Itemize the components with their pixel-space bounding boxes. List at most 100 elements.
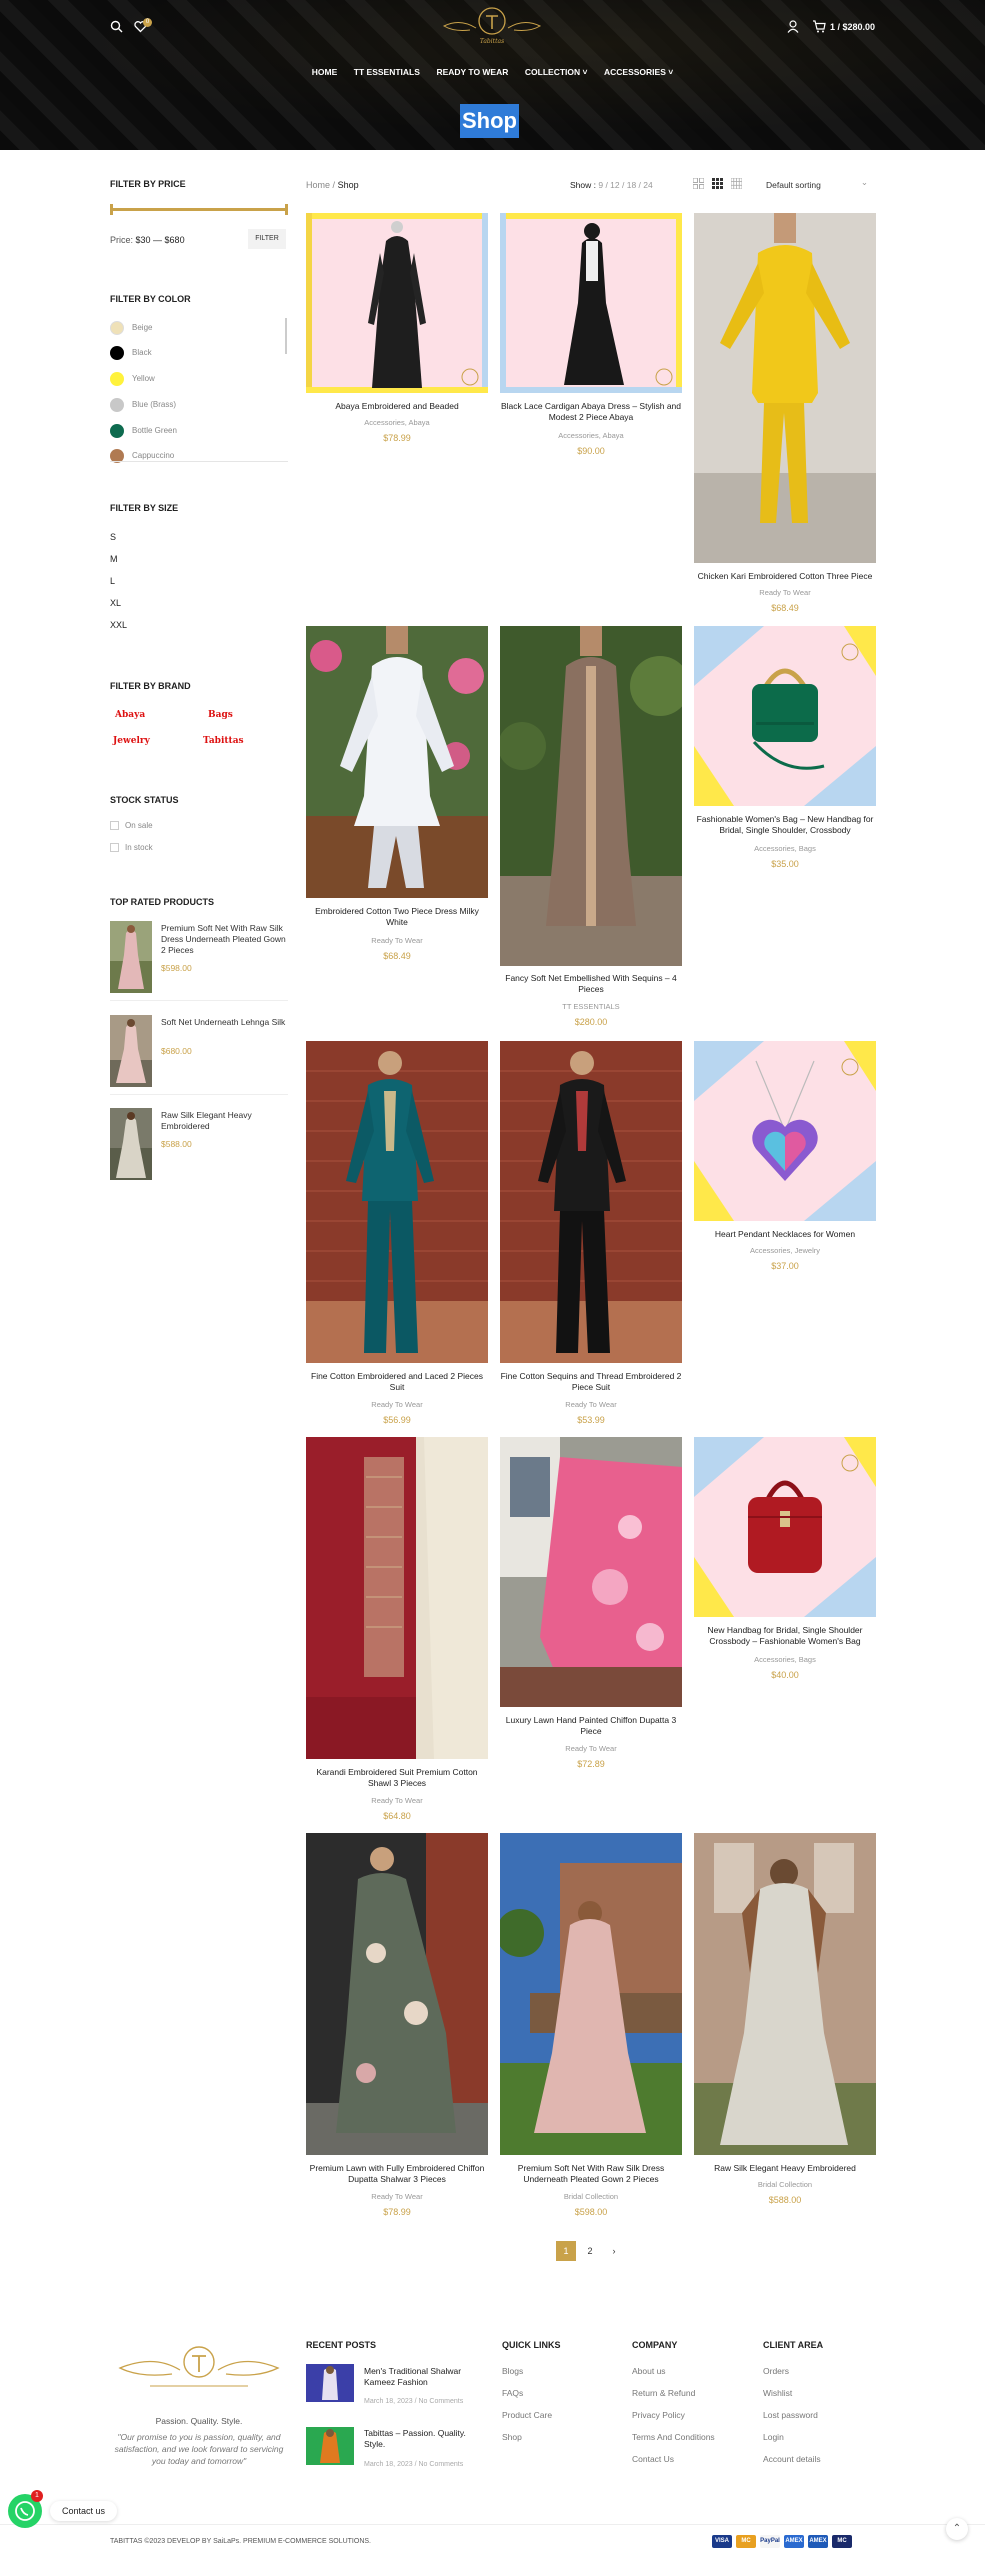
footer-link-product-care[interactable]: Product Care [502,2410,552,2420]
color-option[interactable]: Beige [110,321,152,335]
product-title[interactable]: Fancy Soft Net Embellished With Sequins … [500,973,682,995]
grid-3-icon[interactable] [712,178,723,189]
product-image[interactable] [500,1833,682,2155]
grid-4-icon[interactable] [731,178,742,189]
product-image[interactable] [694,1437,876,1617]
brand-tabittas[interactable]: Tabittas [203,736,244,746]
product-image[interactable] [306,213,488,393]
product-thumbnail[interactable] [110,1108,152,1180]
product-category[interactable]: Accessories, Bags [694,1655,876,1664]
product-category[interactable]: Ready To Wear [500,1744,682,1753]
post-thumbnail[interactable] [306,2427,354,2465]
product-category[interactable]: Ready To Wear [306,1796,488,1805]
nav-collection[interactable]: COLLECTION ˅ [525,67,588,77]
page-1-button[interactable]: 1 [556,2241,576,2261]
product-image[interactable] [306,1833,488,2155]
product-title[interactable]: Black Lace Cardigan Abaya Dress – Stylis… [500,401,682,423]
product-image[interactable] [306,1437,488,1759]
filter-button[interactable]: FILTER [248,229,286,249]
product-category[interactable]: Ready To Wear [500,1400,682,1409]
product-image[interactable] [500,1041,682,1363]
product-image[interactable] [500,213,682,393]
product-image[interactable] [500,626,682,966]
top-rated-name[interactable]: Premium Soft Net With Raw Silk Dress Und… [161,923,291,956]
footer-link-wishlist[interactable]: Wishlist [763,2388,792,2398]
size-xl[interactable]: XL [110,598,121,608]
product-image[interactable] [306,626,488,898]
search-icon[interactable] [110,20,123,36]
size-s[interactable]: S [110,532,116,542]
grid-2-icon[interactable] [693,178,704,189]
nav-ready-to-wear[interactable]: READY TO WEAR [436,67,508,77]
product-thumbnail[interactable] [110,921,152,993]
product-title[interactable]: Chicken Kari Embroidered Cotton Three Pi… [694,571,876,582]
scroll-to-top-button[interactable]: ⌃ [946,2518,968,2540]
top-rated-name[interactable]: Raw Silk Elegant Heavy Embroidered [161,1110,291,1132]
product-image[interactable] [694,1833,876,2155]
product-image[interactable] [694,626,876,806]
product-category[interactable]: Ready To Wear [306,936,488,945]
product-title[interactable]: Heart Pendant Necklaces for Women [694,1229,876,1240]
product-image[interactable] [306,1041,488,1363]
brand-bags[interactable]: Bags [208,710,233,720]
product-title[interactable]: Luxury Lawn Hand Painted Chiffon Dupatta… [500,1715,682,1737]
nav-tt-essentials[interactable]: TT ESSENTIALS [354,67,420,77]
stock-on-sale[interactable]: On sale [110,821,153,831]
product-image[interactable] [694,213,876,563]
product-title[interactable]: Karandi Embroidered Suit Premium Cotton … [306,1767,488,1789]
footer-link-return-refund[interactable]: Return & Refund [632,2388,695,2398]
product-category[interactable]: Ready To Wear [306,2192,488,2201]
footer-link-terms[interactable]: Terms And Conditions [632,2432,715,2442]
next-page-button[interactable]: › [604,2241,624,2261]
product-category[interactable]: Accessories, Abaya [500,431,682,440]
size-l[interactable]: L [110,576,115,586]
footer-link-blogs[interactable]: Blogs [502,2366,523,2376]
size-m[interactable]: M [110,554,118,564]
logo[interactable]: Tabittas [430,6,554,50]
color-list-scrollbar[interactable] [285,318,287,354]
account-icon[interactable] [787,20,799,36]
price-slider[interactable] [110,204,288,215]
footer-link-account-details[interactable]: Account details [763,2454,821,2464]
product-title[interactable]: Fine Cotton Embroidered and Laced 2 Piec… [306,1371,488,1393]
product-category[interactable]: Accessories, Bags [694,844,876,853]
product-title[interactable]: Fashionable Women's Bag – New Handbag fo… [694,814,876,836]
footer-link-contact[interactable]: Contact Us [632,2454,674,2464]
product-category[interactable]: Bridal Collection [500,2192,682,2201]
product-category[interactable]: Ready To Wear [306,1400,488,1409]
nav-home[interactable]: HOME [312,67,338,77]
color-option[interactable]: Black [110,346,152,360]
product-category[interactable]: Accessories, Abaya [306,418,488,427]
product-title[interactable]: Abaya Embroidered and Beaded [306,401,488,412]
footer-link-privacy[interactable]: Privacy Policy [632,2410,685,2420]
footer-link-orders[interactable]: Orders [763,2366,789,2376]
contact-us-button[interactable]: Contact us [50,2501,118,2521]
footer-link-login[interactable]: Login [763,2432,784,2442]
product-category[interactable]: Bridal Collection [694,2180,876,2189]
post-title[interactable]: Men's Traditional Shalwar Kameez Fashion [364,2366,484,2388]
color-option[interactable]: Bottle Green [110,424,177,438]
breadcrumb-home[interactable]: Home [306,180,330,190]
nav-accessories[interactable]: ACCESSORIES ˅ [604,67,673,77]
post-thumbnail[interactable] [306,2364,354,2402]
product-title[interactable]: Premium Soft Net With Raw Silk Dress Und… [500,2163,682,2185]
product-image[interactable] [500,1437,682,1707]
stock-in-stock[interactable]: In stock [110,843,153,853]
product-title[interactable]: New Handbag for Bridal, Single Shoulder … [694,1625,876,1647]
cart-total[interactable]: 1 / $280.00 [830,22,875,32]
product-title[interactable]: Premium Lawn with Fully Embroidered Chif… [306,2163,488,2185]
brand-jewelry[interactable]: Jewelry [113,736,150,746]
post-title[interactable]: Tabittas – Passion. Quality. Style. [364,2428,484,2450]
footer-link-about[interactable]: About us [632,2366,666,2376]
footer-link-faqs[interactable]: FAQs [502,2388,523,2398]
sorting-select[interactable]: Default sorting [760,171,874,196]
size-xxl[interactable]: XXL [110,620,127,630]
cart-icon[interactable] [812,20,826,36]
product-category[interactable]: TT ESSENTIALS [500,1002,682,1011]
footer-link-lost-password[interactable]: Lost password [763,2410,818,2420]
product-title[interactable]: Embroidered Cotton Two Piece Dress Milky… [306,906,488,928]
product-image[interactable] [694,1041,876,1221]
footer-link-shop[interactable]: Shop [502,2432,522,2442]
product-title[interactable]: Raw Silk Elegant Heavy Embroidered [694,2163,876,2174]
per-page-selector[interactable]: Show : 9 / 12 / 18 / 24 [570,180,653,190]
